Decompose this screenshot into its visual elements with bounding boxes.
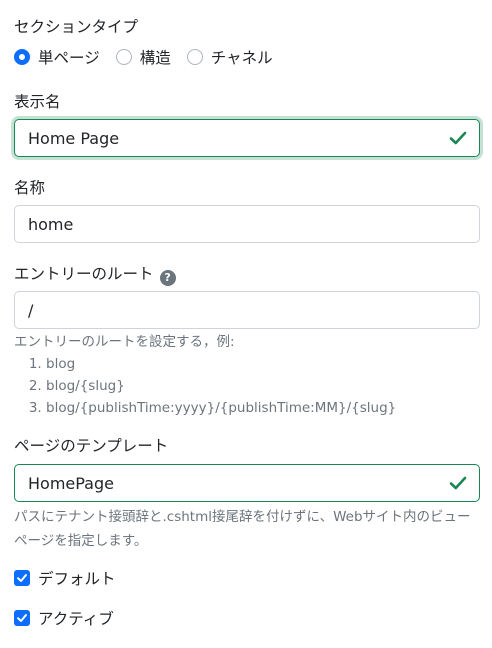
- page-template-input[interactable]: HomePage: [14, 464, 480, 502]
- entry-route-example-list: blog blog/{slug} blog/{publishTime:yyyy}…: [14, 353, 480, 419]
- section-type-label: セクションタイプ: [14, 18, 139, 36]
- display-name-input[interactable]: Home Page: [14, 119, 480, 157]
- entry-route-label: エントリーのルート?: [14, 262, 176, 286]
- default-checkbox-label: デフォルト: [38, 570, 116, 588]
- list-item: blog: [46, 353, 480, 375]
- entry-route-value: /: [28, 300, 34, 320]
- display-name-label: 表示名: [14, 93, 61, 111]
- checkmark-icon: [17, 614, 27, 622]
- check-icon: [449, 131, 467, 145]
- check-icon: [449, 476, 467, 490]
- checkmark-icon: [17, 574, 27, 582]
- name-value: home: [28, 214, 74, 234]
- radio-single-page[interactable]: 単ページ: [14, 46, 100, 68]
- default-checkbox[interactable]: デフォルト: [14, 567, 116, 589]
- entry-route-label-text: エントリーのルート: [14, 265, 154, 283]
- name-input[interactable]: home: [14, 205, 480, 243]
- name-label: 名称: [14, 179, 46, 197]
- radio-channel[interactable]: チャネル: [186, 46, 273, 68]
- entry-route-help-text: エントリーのルートを設定する，例:: [14, 334, 235, 350]
- page-template-label: ページのテンプレート: [14, 437, 169, 455]
- entry-route-input[interactable]: /: [14, 291, 480, 329]
- page-template-help: パスにテナント接頭辞と.cshtml接尾辞を付けずに、Webサイト内のビューペー…: [14, 509, 471, 549]
- active-checkbox[interactable]: アクティブ: [14, 607, 114, 629]
- display-name-value: Home Page: [28, 128, 120, 148]
- list-item: blog/{publishTime:yyyy}/{publishTime:MM}…: [46, 397, 480, 419]
- radio-channel-label: チャネル: [210, 49, 273, 67]
- entry-route-help: エントリーのルートを設定する，例: blog blog/{slug} blog/…: [14, 331, 480, 419]
- radio-button[interactable]: [115, 49, 132, 65]
- radio-structure-label: 構造: [139, 49, 171, 67]
- active-checkbox-label: アクティブ: [38, 610, 114, 628]
- radio-single-page-label: 単ページ: [38, 49, 100, 67]
- radio-button-checked[interactable]: [14, 49, 30, 65]
- checkbox-checked[interactable]: [14, 570, 30, 586]
- section-type-radio-group: 単ページ 構造 チャネル: [14, 46, 289, 68]
- radio-structure[interactable]: 構造: [115, 46, 171, 68]
- checkbox-checked[interactable]: [14, 610, 30, 626]
- page-template-value: HomePage: [28, 473, 114, 493]
- question-circle-icon[interactable]: ?: [159, 270, 176, 286]
- radio-button[interactable]: [186, 49, 203, 65]
- list-item: blog/{slug}: [46, 375, 480, 397]
